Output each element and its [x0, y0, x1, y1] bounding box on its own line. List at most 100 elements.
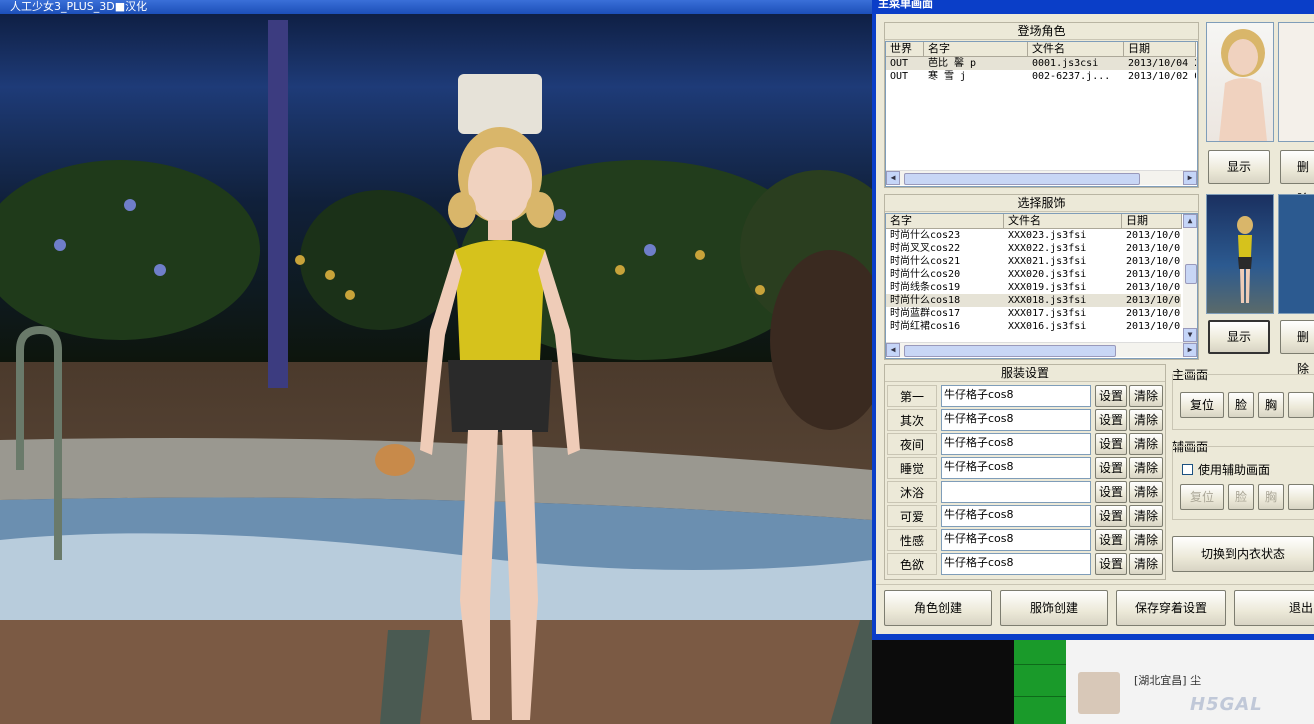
characters-hscrollbar[interactable]: ◀ ▶ — [886, 170, 1197, 185]
slot-set-button[interactable]: 设置 — [1095, 505, 1127, 527]
show-outfit-button[interactable]: 显示 — [1208, 320, 1270, 354]
slot-set-button[interactable]: 设置 — [1095, 457, 1127, 479]
slot-outfit-field[interactable]: 牛仔格子cos8 — [941, 457, 1091, 479]
slot-label: 性感 — [887, 529, 937, 551]
main-chest-button[interactable]: 胸 — [1258, 392, 1284, 418]
col-filename[interactable]: 文件名 — [1028, 42, 1124, 56]
characters-list-header: 世界 名字 文件名 日期 — [886, 42, 1196, 57]
avatar — [1078, 672, 1120, 714]
switch-underwear-button[interactable]: 切换到内衣状态 — [1172, 536, 1314, 572]
outfit-row[interactable]: 时尚叉叉cos22 XXX022.js3fsi 2013/10/0 — [886, 242, 1181, 255]
slot-outfit-field[interactable]: 牛仔格子cos8 — [941, 553, 1091, 575]
character-row[interactable]: OUT 寒 雪 j 002-6237.j... 2013/10/02 0 — [886, 70, 1197, 83]
character-preview-image-2 — [1278, 22, 1314, 142]
outfit-date: 2013/10/0 — [1126, 282, 1181, 293]
slot-set-button[interactable]: 设置 — [1095, 409, 1127, 431]
slot-set-button[interactable]: 设置 — [1095, 529, 1127, 551]
slot-clear-button[interactable]: 清除 — [1129, 385, 1163, 407]
slot-label: 夜间 — [887, 433, 937, 455]
slot-label: 第一 — [887, 385, 937, 407]
use-aux-screen-label: 使用辅助画面 — [1198, 463, 1271, 477]
outfit-row[interactable]: 时尚蓝群cos17 XXX017.js3fsi 2013/10/0 — [886, 307, 1181, 320]
slot-outfit-field[interactable]: 牛仔格子cos8 — [941, 409, 1091, 431]
outfit-name: 时尚蓝群cos17 — [890, 308, 961, 319]
show-character-button[interactable]: 显示 — [1208, 150, 1270, 184]
aux-reset-button[interactable]: 复位 — [1180, 484, 1224, 510]
game-viewport[interactable]: 人工少女3_PLUS_3D■汉化 — [0, 0, 872, 724]
slot-clear-button[interactable]: 清除 — [1129, 505, 1163, 527]
slot-label: 其次 — [887, 409, 937, 431]
col-date[interactable]: 日期 — [1124, 42, 1196, 56]
character-row[interactable]: OUT 芭比 馨 p 0001.js3csi 2013/10/04 2 — [886, 57, 1197, 70]
exit-button[interactable]: 退出 — [1234, 590, 1314, 626]
slot-clear-button[interactable]: 清除 — [1129, 409, 1163, 431]
outfit-row[interactable]: 时尚什么cos20 XXX020.js3fsi 2013/10/0 — [886, 268, 1181, 281]
slot-label: 可爱 — [887, 505, 937, 527]
dialog-title[interactable]: 主菜单画面 — [872, 0, 1314, 10]
col-name[interactable]: 名字 — [886, 214, 1004, 228]
outfits-vscrollbar[interactable]: ▲ ▼ — [1183, 214, 1197, 342]
scrollbar-thumb[interactable] — [1185, 264, 1197, 284]
slot-outfit-field[interactable]: 牛仔格子cos8 — [941, 385, 1091, 407]
scroll-down-arrow-icon[interactable]: ▼ — [1183, 328, 1197, 342]
slot-clear-button[interactable]: 清除 — [1129, 457, 1163, 479]
slot-label: 沐浴 — [887, 481, 937, 503]
outfits-hscrollbar[interactable]: ◀ ▶ — [886, 342, 1197, 357]
scroll-up-arrow-icon[interactable]: ▲ — [1183, 214, 1197, 228]
slot-set-button[interactable]: 设置 — [1095, 433, 1127, 455]
divider — [876, 584, 1314, 585]
slot-outfit-field[interactable]: 牛仔格子cos8 — [941, 529, 1091, 551]
slot-clear-button[interactable]: 清除 — [1129, 433, 1163, 455]
scroll-right-arrow-icon[interactable]: ▶ — [1183, 343, 1197, 357]
col-world[interactable]: 世界 — [886, 42, 924, 56]
slot-clear-button[interactable]: 清除 — [1129, 481, 1163, 503]
slot-clear-button[interactable]: 清除 — [1129, 553, 1163, 575]
outfit-row[interactable]: 时尚线条cos19 XXX019.js3fsi 2013/10/0 — [886, 281, 1181, 294]
scroll-left-arrow-icon[interactable]: ◀ — [886, 343, 900, 357]
characters-group: 登场角色 世界 名字 文件名 日期 OUT 芭比 馨 p 0001.js3csi 2013/… — [884, 22, 1199, 188]
characters-list[interactable]: 世界 名字 文件名 日期 OUT 芭比 馨 p 0001.js3csi 2013/10/04… — [885, 41, 1198, 187]
slot-outfit-field[interactable]: 牛仔格子cos8 — [941, 505, 1091, 527]
outfit-row[interactable]: 时尚什么cos18 XXX018.js3fsi 2013/10/0 — [886, 294, 1181, 307]
slot-set-button[interactable]: 设置 — [1095, 553, 1127, 575]
create-outfit-button[interactable]: 服饰创建 — [1000, 590, 1108, 626]
outfit-row[interactable]: 时尚红裙cos16 XXX016.js3fsi 2013/10/0 — [886, 320, 1181, 333]
outfit-row[interactable]: 时尚什么cos23 XXX023.js3fsi 2013/10/0 — [886, 229, 1181, 242]
scrollbar-thumb[interactable] — [904, 345, 1116, 357]
outfit-name: 时尚什么cos21 — [890, 256, 961, 267]
slot-set-button[interactable]: 设置 — [1095, 385, 1127, 407]
col-name[interactable]: 名字 — [924, 42, 1028, 56]
main-reset-button[interactable]: 复位 — [1180, 392, 1224, 418]
outfit-date: 2013/10/0 — [1126, 295, 1181, 306]
slot-clear-button[interactable]: 清除 — [1129, 529, 1163, 551]
main-extra-button[interactable] — [1288, 392, 1314, 418]
outfit-name: 时尚什么cos23 — [890, 230, 961, 241]
outfit-name: 时尚线条cos19 — [890, 282, 961, 293]
use-aux-screen-checkbox[interactable] — [1182, 464, 1193, 475]
delete-outfit-button[interactable]: 删除 — [1280, 320, 1314, 376]
main-face-button[interactable]: 脸 — [1228, 392, 1254, 418]
col-filename[interactable]: 文件名 — [1004, 214, 1122, 228]
scrollbar-thumb[interactable] — [904, 173, 1140, 185]
col-date[interactable]: 日期 — [1122, 214, 1182, 228]
character-file: 002-6237.j... — [1032, 71, 1111, 82]
slot-set-button[interactable]: 设置 — [1095, 481, 1127, 503]
save-outfit-settings-button[interactable]: 保存穿着设置 — [1116, 590, 1226, 626]
create-character-button[interactable]: 角色创建 — [884, 590, 992, 626]
slot-outfit-field[interactable]: 牛仔格子cos8 — [941, 433, 1091, 455]
main-menu-dialog: 主菜单画面 登场角色 世界 名字 文件名 日期 OUT 芭比 馨 p 0001.js3cs… — [872, 0, 1314, 640]
character-world: OUT — [890, 58, 909, 69]
aux-face-button[interactable]: 脸 — [1228, 484, 1254, 510]
outfit-row[interactable]: 时尚什么cos21 XXX021.js3fsi 2013/10/0 — [886, 255, 1181, 268]
slot-outfit-field[interactable] — [941, 481, 1091, 503]
slot-label: 睡觉 — [887, 457, 937, 479]
delete-character-button[interactable]: 删除 — [1280, 150, 1314, 206]
comment-text: [湖北宜昌] 尘 — [1134, 674, 1202, 687]
outfits-list[interactable]: 名字 文件名 日期 时尚什么cos23 XXX023.js3fsi 2013/10/0 时… — [885, 213, 1198, 359]
aux-chest-button[interactable]: 胸 — [1258, 484, 1284, 510]
outfit-date: 2013/10/0 — [1126, 321, 1181, 332]
watermark: H5GAL — [1190, 694, 1263, 715]
scroll-right-arrow-icon[interactable]: ▶ — [1183, 171, 1197, 185]
scroll-left-arrow-icon[interactable]: ◀ — [886, 171, 900, 185]
aux-extra-button[interactable] — [1288, 484, 1314, 510]
